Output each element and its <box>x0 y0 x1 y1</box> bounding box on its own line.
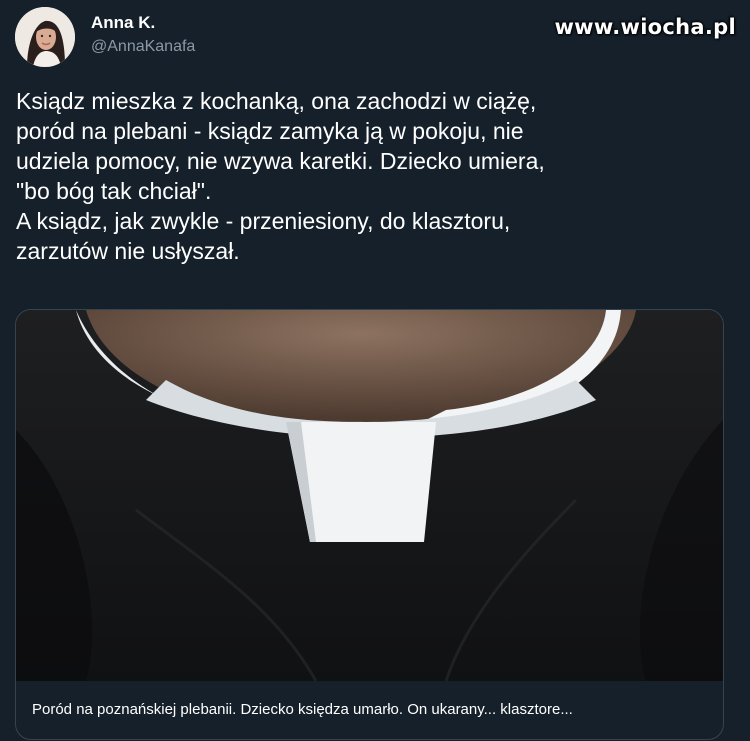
card-title[interactable]: Poród na poznańskiej plebanii. Dziecko k… <box>32 701 573 718</box>
watermark: www.wiocha.pl <box>554 15 736 39</box>
priest-collar-photo <box>16 310 723 681</box>
profile-photo <box>15 7 75 67</box>
author-name[interactable]: Anna K. <box>91 13 155 33</box>
card-image[interactable] <box>16 310 723 681</box>
author-handle[interactable]: @AnnaKanafa <box>91 38 195 56</box>
tweet-text: Ksiądz mieszka z kochanką, ona zachodzi … <box>16 88 545 264</box>
avatar[interactable] <box>15 7 75 67</box>
link-card[interactable]: Poród na poznańskiej plebanii. Dziecko k… <box>15 309 724 740</box>
